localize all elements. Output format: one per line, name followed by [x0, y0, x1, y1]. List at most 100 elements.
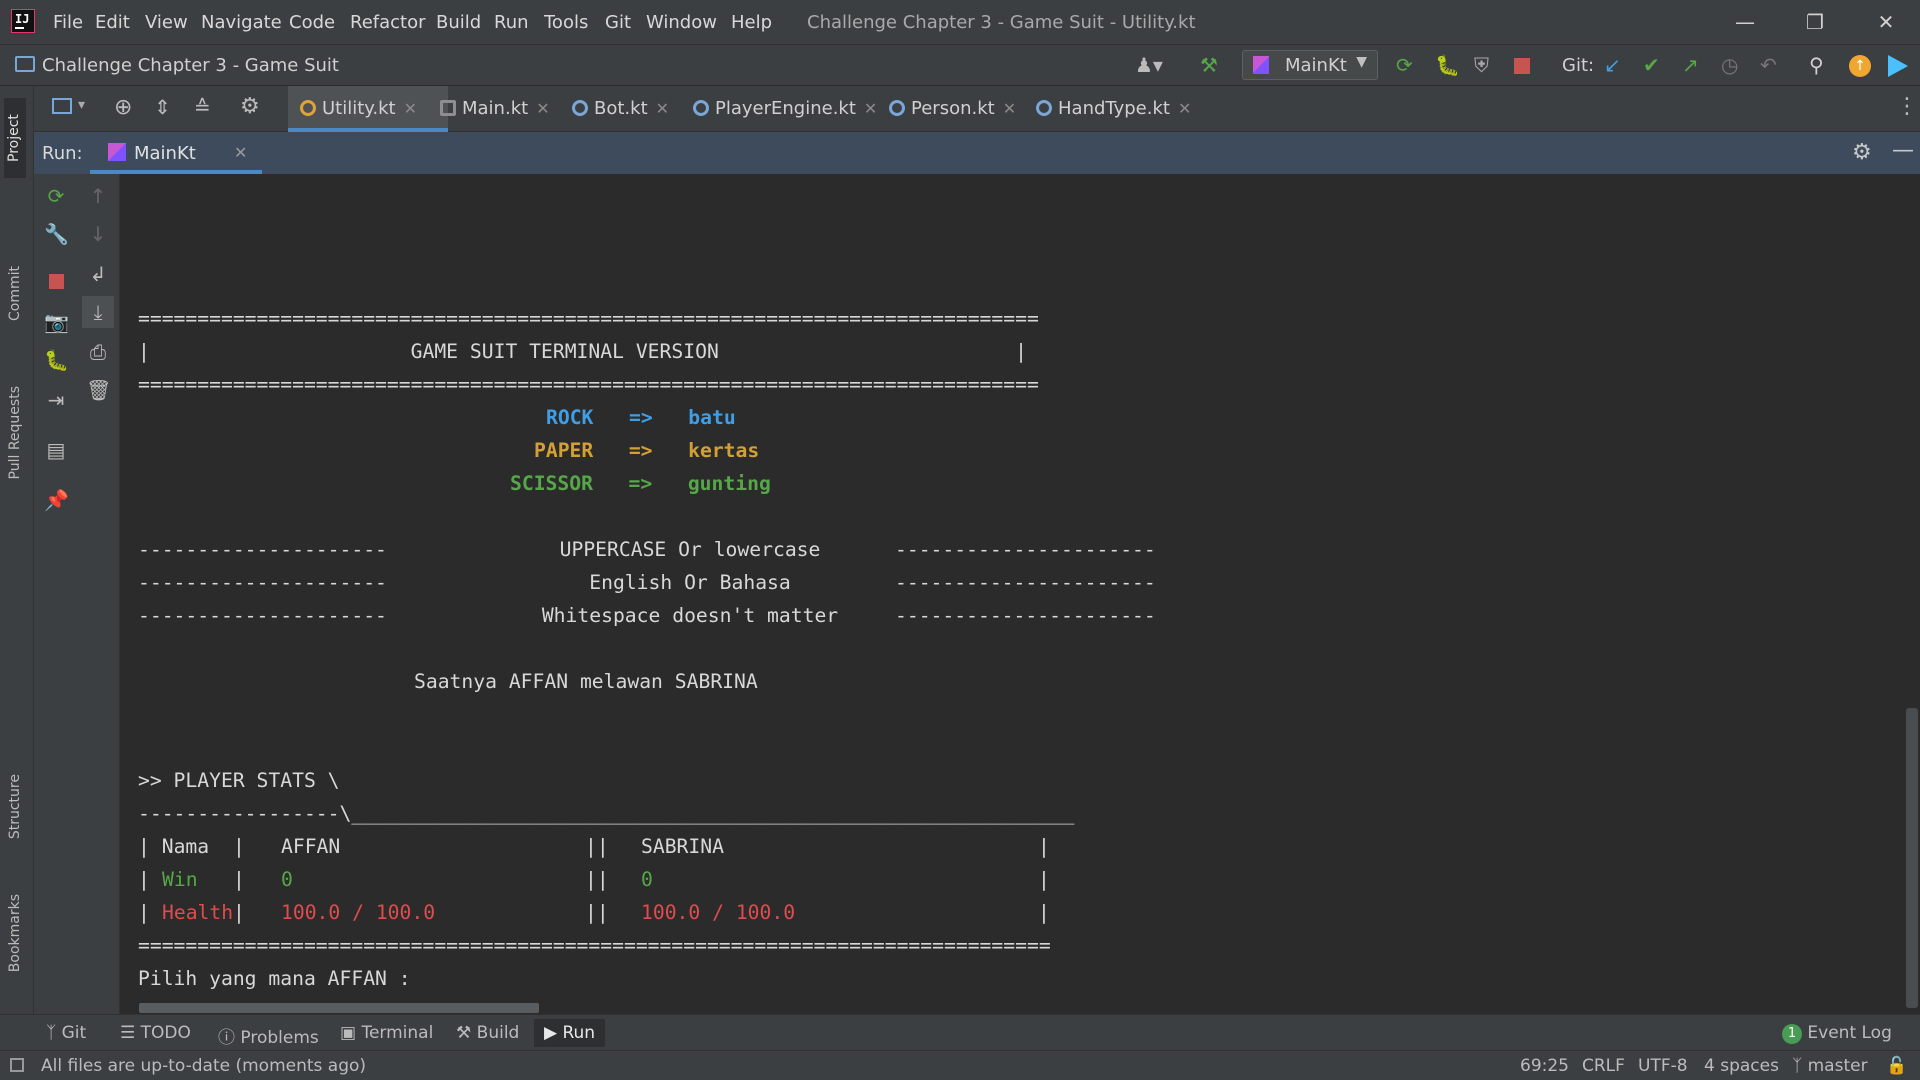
- project-name[interactable]: Challenge Chapter 3 - Game Suit: [42, 55, 339, 76]
- close-icon[interactable]: ✕: [536, 99, 549, 118]
- camera-icon[interactable]: 📷: [44, 310, 69, 334]
- line-separator[interactable]: CRLF: [1582, 1056, 1625, 1076]
- indent-setting[interactable]: 4 spaces: [1704, 1056, 1779, 1076]
- close-icon[interactable]: ✕: [404, 99, 417, 118]
- tab-label: PlayerEngine.kt: [715, 98, 856, 119]
- gear-icon[interactable]: ⚙: [240, 94, 260, 119]
- hide-panel-icon[interactable]: —: [1892, 138, 1914, 163]
- git-update-icon[interactable]: ↙: [1604, 53, 1621, 77]
- menu-refactor[interactable]: Refactor: [350, 12, 426, 33]
- file-encoding[interactable]: UTF-8: [1638, 1056, 1688, 1076]
- tab-label: Main.kt: [462, 98, 529, 119]
- menu-build[interactable]: Build: [436, 12, 481, 33]
- toggle-tool-windows-icon[interactable]: [10, 1058, 24, 1072]
- menu-file[interactable]: File: [53, 12, 83, 33]
- expand-all-icon[interactable]: ⇕: [154, 95, 171, 119]
- tab-handtype[interactable]: HandType.kt ✕: [1036, 86, 1191, 132]
- close-icon[interactable]: ✕: [1003, 99, 1016, 118]
- rerun-icon[interactable]: ⟳: [44, 184, 68, 208]
- hand-paper-en: PAPER: [534, 439, 594, 462]
- build-hammer-icon[interactable]: ⚒: [1200, 53, 1218, 77]
- close-icon[interactable]: ✕: [656, 99, 669, 118]
- console-output[interactable]: ========================================…: [120, 174, 1900, 1014]
- caret-position[interactable]: 69:25: [1520, 1056, 1569, 1076]
- vertical-scrollbar[interactable]: [1906, 708, 1918, 1008]
- locate-icon[interactable]: ⊕: [114, 95, 132, 120]
- close-icon[interactable]: ✕: [1866, 8, 1906, 36]
- versus-text: Saatnya AFFAN melawan SABRINA: [414, 670, 758, 693]
- run-toolbar-secondary: ↑ ↓ ↲ ⤓ ⎙ 🗑: [78, 174, 120, 1014]
- structure-tool-button[interactable]: Structure: [7, 774, 23, 839]
- hand-rock-en: ROCK: [546, 406, 594, 429]
- menu-code[interactable]: Code: [289, 12, 335, 33]
- restore-icon[interactable]: ❐: [1795, 8, 1835, 36]
- build-tool-button[interactable]: ⚒ Build: [456, 1023, 519, 1043]
- pull-requests-tool-button[interactable]: Pull Requests: [7, 386, 23, 479]
- print-icon[interactable]: ⎙: [86, 340, 110, 364]
- run-tool-button[interactable]: ▶ Run: [534, 1019, 606, 1047]
- tab-utility[interactable]: Utility.kt ✕: [288, 86, 448, 132]
- info-icon: ⓘ: [218, 1028, 235, 1048]
- menu-edit[interactable]: Edit: [95, 12, 130, 33]
- run-tab-mainkt[interactable]: MainKt ✕: [90, 132, 262, 174]
- exit-icon[interactable]: ⇥: [44, 388, 68, 412]
- menu-window[interactable]: Window: [646, 12, 717, 33]
- dash: ---------------------: [138, 571, 387, 594]
- menu-navigate[interactable]: Navigate: [201, 12, 282, 33]
- git-branch[interactable]: ᛉ master: [1792, 1056, 1868, 1076]
- close-icon[interactable]: ✕: [864, 99, 877, 118]
- git-push-icon[interactable]: ↗: [1682, 53, 1699, 77]
- project-tool-button[interactable]: Project: [4, 98, 26, 178]
- pin-icon[interactable]: 📌: [44, 488, 69, 512]
- menu-tools[interactable]: Tools: [544, 12, 588, 33]
- trash-icon[interactable]: 🗑: [86, 378, 111, 402]
- account-icon[interactable]: ♟▾: [1135, 53, 1163, 77]
- tab-main[interactable]: Main.kt ✕: [440, 86, 550, 132]
- wrench-icon[interactable]: 🔧: [44, 222, 69, 246]
- arrow-down-icon[interactable]: ↓: [86, 222, 110, 246]
- more-options-icon[interactable]: ⋮: [1896, 94, 1918, 119]
- horizontal-scrollbar[interactable]: [139, 1003, 539, 1013]
- stop-icon[interactable]: [44, 270, 68, 294]
- stop-icon[interactable]: [1514, 58, 1530, 74]
- coverage-icon[interactable]: ⛨: [1474, 53, 1489, 77]
- play-icon: ▶: [544, 1023, 558, 1043]
- menu-run[interactable]: Run: [494, 12, 529, 33]
- chevron-down-icon[interactable]: ▾: [78, 97, 85, 113]
- debug-icon[interactable]: 🐛: [1435, 53, 1460, 77]
- code-with-me-icon[interactable]: [1888, 55, 1908, 77]
- close-icon[interactable]: ✕: [234, 143, 247, 162]
- status-message[interactable]: All files are up-to-date (moments ago): [41, 1056, 366, 1076]
- tab-playerengine[interactable]: PlayerEngine.kt ✕: [693, 86, 877, 132]
- menu-help[interactable]: Help: [731, 12, 772, 33]
- commit-tool-button[interactable]: Commit: [7, 266, 23, 321]
- arrow-up-icon[interactable]: ↑: [86, 184, 110, 208]
- tab-bot[interactable]: Bot.kt ✕: [572, 86, 669, 132]
- gear-icon[interactable]: ⚙: [1852, 140, 1872, 165]
- search-icon[interactable]: ⚲: [1809, 53, 1824, 77]
- event-log-button[interactable]: 1 Event Log: [1782, 1023, 1892, 1044]
- minimize-icon[interactable]: —: [1725, 8, 1765, 36]
- scroll-to-end-icon[interactable]: ⤓: [82, 296, 114, 328]
- todo-tool-button[interactable]: ☰ TODO: [120, 1023, 191, 1043]
- close-icon[interactable]: ✕: [1178, 99, 1191, 118]
- update-icon[interactable]: ↑: [1849, 55, 1871, 77]
- git-commit-icon[interactable]: ✔: [1643, 53, 1660, 77]
- attach-debugger-icon[interactable]: 🐛: [44, 348, 69, 372]
- rerun-icon[interactable]: ⟳: [1396, 53, 1413, 77]
- tab-person[interactable]: Person.kt ✕: [889, 86, 1016, 132]
- soft-wrap-icon[interactable]: ↲: [86, 262, 110, 286]
- history-icon[interactable]: ◷: [1721, 53, 1738, 77]
- layout-icon[interactable]: ▤: [44, 438, 68, 462]
- bookmarks-tool-button[interactable]: Bookmarks: [7, 894, 23, 972]
- lock-icon[interactable]: 🔓: [1886, 1056, 1907, 1076]
- run-configuration-select[interactable]: MainKt ▼: [1242, 50, 1378, 80]
- problems-tool-button[interactable]: ⓘ Problems: [218, 1023, 319, 1048]
- collapse-all-icon[interactable]: ≙: [194, 95, 211, 119]
- terminal-tool-button[interactable]: ▣ Terminal: [340, 1023, 433, 1043]
- project-view-icon[interactable]: [52, 98, 72, 114]
- git-tool-button[interactable]: ᛉ Git: [46, 1023, 86, 1043]
- rollback-icon[interactable]: ↶: [1760, 53, 1777, 77]
- menu-view[interactable]: View: [145, 12, 188, 33]
- menu-git[interactable]: Git: [605, 12, 631, 33]
